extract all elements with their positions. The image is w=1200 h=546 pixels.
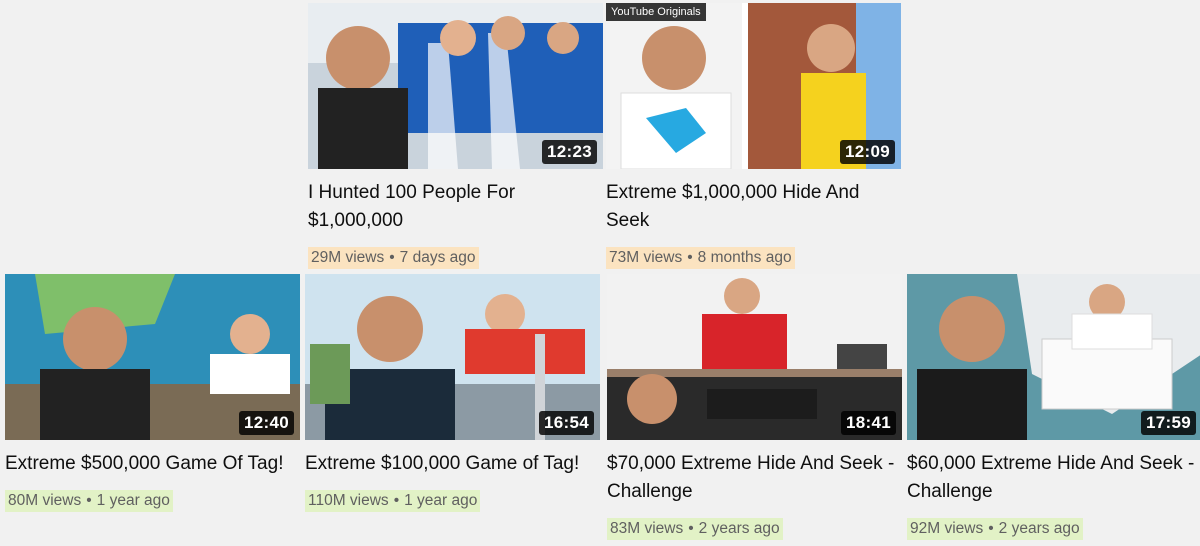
video-card[interactable]: 18:41 $70,000 Extreme Hide And Seek - Ch… xyxy=(607,274,902,540)
duration-badge: 16:54 xyxy=(539,411,594,435)
video-card[interactable]: 17:59 $60,000 Extreme Hide And Seek - Ch… xyxy=(907,274,1200,540)
duration-badge: 12:09 xyxy=(840,140,895,164)
video-title[interactable]: I Hunted 100 People For $1,000,000 xyxy=(308,179,596,235)
duration-badge: 18:41 xyxy=(841,411,896,435)
video-title[interactable]: Extreme $1,000,000 Hide And Seek xyxy=(606,179,894,235)
video-card[interactable]: 12:23 I Hunted 100 People For $1,000,000… xyxy=(308,3,603,269)
video-meta: 29M views • 7 days ago xyxy=(308,247,479,269)
view-count: 110M views xyxy=(308,492,389,509)
view-count: 83M views xyxy=(610,520,684,537)
video-thumbnail[interactable]: 12:40 xyxy=(5,274,300,440)
separator-dot: • xyxy=(389,249,395,266)
video-thumbnail[interactable]: 17:59 xyxy=(907,274,1200,440)
video-card[interactable]: 12:40 Extreme $500,000 Game Of Tag! 80M … xyxy=(5,274,300,512)
video-thumbnail[interactable]: YouTube Originals 12:09 xyxy=(606,3,901,169)
view-count: 29M views xyxy=(311,249,385,266)
duration-badge: 12:23 xyxy=(542,140,597,164)
video-meta: 92M views • 2 years ago xyxy=(907,518,1083,540)
separator-dot: • xyxy=(86,492,92,509)
video-meta: 83M views • 2 years ago xyxy=(607,518,783,540)
video-meta: 73M views • 8 months ago xyxy=(606,247,795,269)
upload-age: 1 year ago xyxy=(404,492,478,509)
separator-dot: • xyxy=(988,520,994,537)
video-title[interactable]: $60,000 Extreme Hide And Seek - Challeng… xyxy=(907,450,1195,506)
separator-dot: • xyxy=(687,249,693,266)
separator-dot: • xyxy=(688,520,694,537)
video-thumbnail[interactable]: 18:41 xyxy=(607,274,902,440)
video-thumbnail[interactable]: 16:54 xyxy=(305,274,600,440)
view-count: 73M views xyxy=(609,249,683,266)
video-thumbnail[interactable]: 12:23 xyxy=(308,3,603,169)
originals-badge: YouTube Originals xyxy=(606,3,706,21)
upload-age: 8 months ago xyxy=(697,249,792,266)
view-count: 80M views xyxy=(8,492,82,509)
upload-age: 2 years ago xyxy=(998,520,1080,537)
video-card[interactable]: YouTube Originals 12:09 Extreme $1,000,0… xyxy=(606,3,901,269)
view-count: 92M views xyxy=(910,520,984,537)
upload-age: 1 year ago xyxy=(96,492,170,509)
duration-badge: 17:59 xyxy=(1141,411,1196,435)
video-meta: 110M views • 1 year ago xyxy=(305,490,481,512)
video-title[interactable]: Extreme $500,000 Game Of Tag! xyxy=(5,450,293,478)
upload-age: 2 years ago xyxy=(698,520,780,537)
separator-dot: • xyxy=(393,492,400,509)
video-title[interactable]: Extreme $100,000 Game of Tag! xyxy=(305,450,593,478)
video-card[interactable]: 16:54 Extreme $100,000 Game of Tag! 110M… xyxy=(305,274,600,512)
upload-age: 7 days ago xyxy=(399,249,476,266)
duration-badge: 12:40 xyxy=(239,411,294,435)
video-title[interactable]: $70,000 Extreme Hide And Seek - Challeng… xyxy=(607,450,895,506)
video-meta: 80M views • 1 year ago xyxy=(5,490,173,512)
